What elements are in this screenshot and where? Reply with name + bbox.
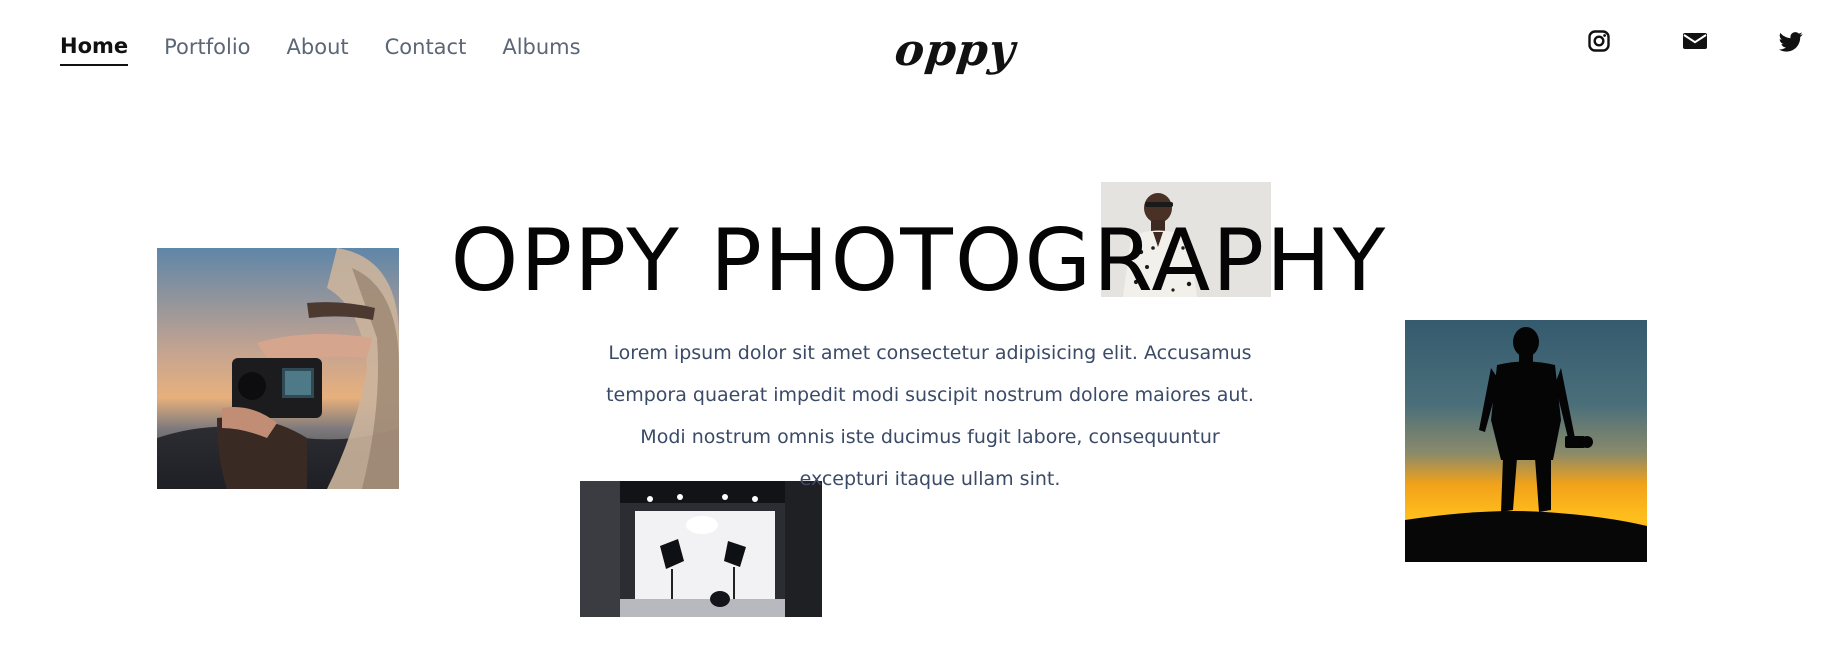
nav-item-home[interactable]: Home (60, 34, 129, 67)
hero-title: OPPY PHOTOGRAPHY (450, 211, 1388, 311)
mail-icon[interactable] (1682, 28, 1708, 54)
nav-item-portfolio[interactable]: Portfolio (164, 35, 250, 65)
social-links (1586, 28, 1804, 54)
nav-item-about[interactable]: About (287, 35, 349, 65)
hero-paragraph: Lorem ipsum dolor sit amet consectetur a… (606, 342, 1254, 490)
nav-item-albums[interactable]: Albums (502, 35, 580, 65)
silhouette-photographer-photo (1405, 320, 1647, 562)
instagram-icon[interactable] (1586, 28, 1612, 54)
nav-item-contact[interactable]: Contact (385, 35, 467, 65)
main-nav: Home Portfolio About Contact Albums (60, 34, 581, 67)
studio-lighting-photo (580, 481, 822, 617)
brand-logo[interactable]: oppy (892, 25, 1018, 76)
twitter-icon[interactable] (1778, 28, 1804, 54)
